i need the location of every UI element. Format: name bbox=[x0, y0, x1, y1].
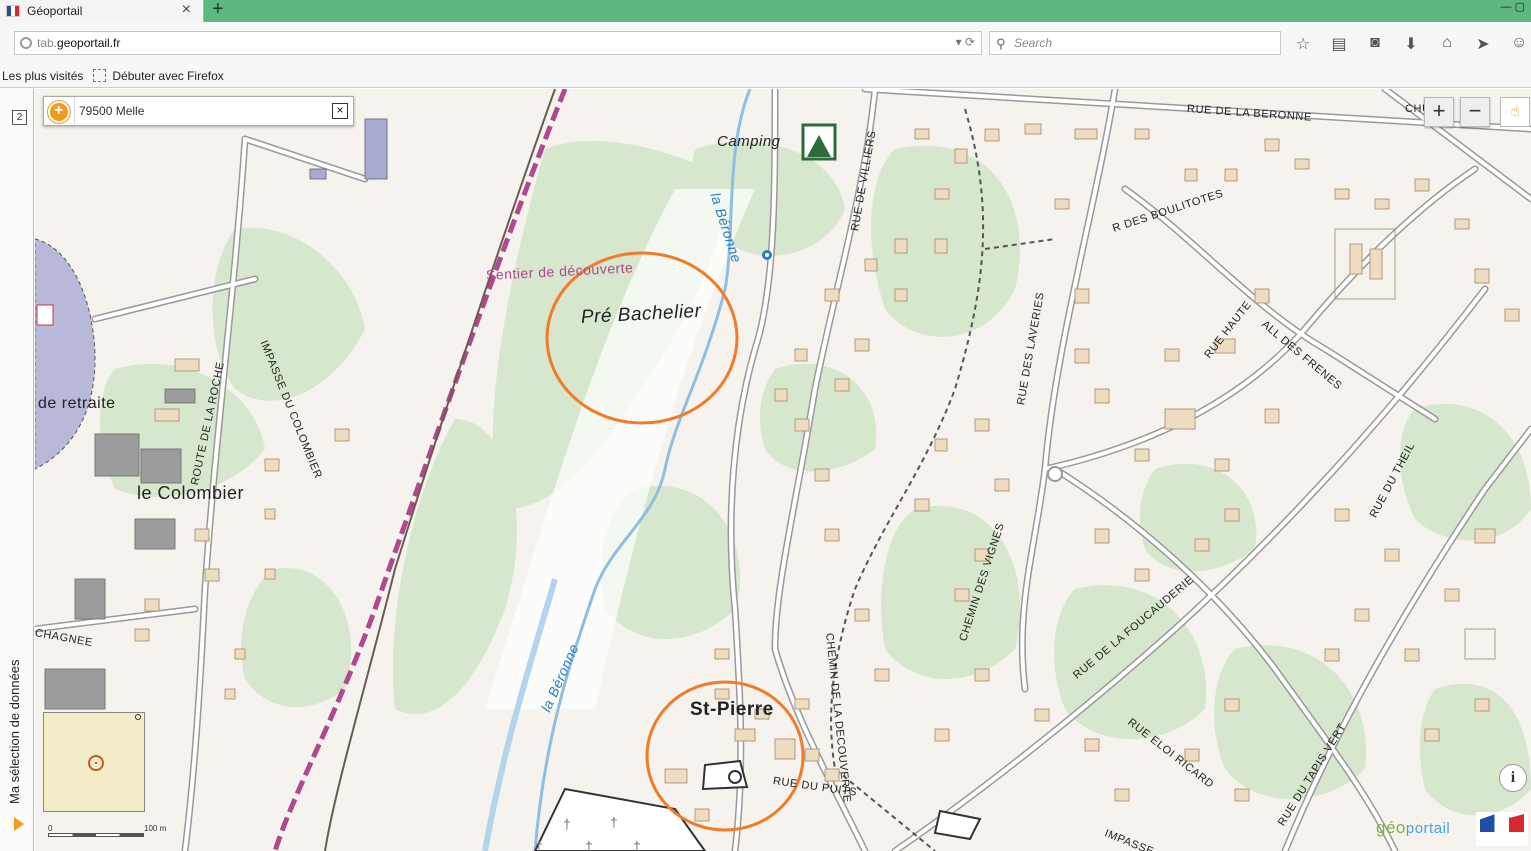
location-search-panel: × bbox=[43, 96, 354, 126]
label-st-pierre: St-Pierre bbox=[690, 699, 774, 720]
expand-arrow-icon[interactable] bbox=[14, 817, 24, 831]
retirement-home-area bbox=[35, 238, 96, 470]
home-icon[interactable]: ⌂ bbox=[1436, 34, 1458, 54]
map-drawing: † † † † † bbox=[35, 89, 1531, 851]
geoportail-logo[interactable]: géoportail bbox=[1376, 818, 1450, 838]
geoportail-favicon-icon bbox=[6, 5, 20, 17]
label-camping: Camping bbox=[717, 133, 781, 150]
tab-close-icon[interactable]: × bbox=[182, 1, 191, 19]
search-placeholder: Search bbox=[1014, 36, 1053, 50]
window-controls-icon[interactable]: — ▢ bbox=[1501, 0, 1525, 13]
data-selection-label[interactable]: Ma sélection de données bbox=[7, 644, 22, 804]
scale-bar: 0 100 m bbox=[44, 822, 174, 842]
geolocate-target-icon[interactable] bbox=[48, 101, 70, 123]
marianne-flag-icon bbox=[1480, 814, 1524, 832]
logo-portail-text: portail bbox=[1405, 820, 1451, 837]
svg-text:†: † bbox=[535, 838, 543, 851]
bookmarks-bar: Les plus visités Débuter avec Firefox bbox=[0, 64, 1531, 88]
overview-close-icon[interactable] bbox=[135, 714, 141, 720]
search-icon: ⚲ bbox=[996, 36, 1006, 51]
map-canvas[interactable]: † † † † † Pré Bachelier St-Pierre le Colombi… bbox=[35, 89, 1531, 851]
new-tab-button[interactable]: + bbox=[212, 0, 224, 21]
browser-tab[interactable]: Géoportail × bbox=[0, 0, 204, 22]
navigation-bar: tab. geoportail.fr ▾ ⟳ ⚲ Search ☆ ▤ ◙ ⬇ ⌂… bbox=[0, 22, 1531, 64]
url-host: geoportail.fr bbox=[57, 36, 121, 50]
data-selection-sidebar: 2 Ma sélection de données bbox=[0, 89, 34, 851]
building-outline bbox=[933, 809, 982, 841]
clear-search-button[interactable]: × bbox=[332, 103, 348, 119]
label-le-colombier: le Colombier bbox=[137, 483, 245, 503]
overview-map[interactable] bbox=[43, 712, 145, 812]
zoom-in-button[interactable]: + bbox=[1424, 97, 1454, 127]
logo-geo-text: géo bbox=[1376, 818, 1406, 837]
download-icon[interactable]: ⬇ bbox=[1400, 34, 1422, 54]
location-search-input[interactable] bbox=[74, 97, 329, 125]
tab-title: Géoportail bbox=[27, 4, 83, 18]
roundabout bbox=[1047, 466, 1063, 482]
url-prefix: tab. bbox=[37, 36, 58, 50]
toolbar-icons: ☆ ▤ ◙ ⬇ ⌂ ➤ ☺ bbox=[1292, 34, 1530, 54]
svg-text:†: † bbox=[610, 814, 618, 830]
svg-text:†: † bbox=[563, 816, 571, 832]
bookmark-star-icon[interactable]: ☆ bbox=[1292, 34, 1314, 54]
site-identity-icon[interactable] bbox=[20, 37, 32, 49]
pan-hand-icon[interactable]: ☝ bbox=[1500, 97, 1530, 127]
url-bar[interactable]: tab. geoportail.fr ▾ ⟳ bbox=[14, 31, 982, 55]
bookmark-getting-started-label: Débuter avec Firefox bbox=[112, 68, 224, 83]
layer-count-badge[interactable]: 2 bbox=[12, 110, 27, 125]
browser-tab-bar: Géoportail × + — ▢ bbox=[0, 0, 1531, 22]
svg-text:†: † bbox=[633, 838, 641, 851]
reading-list-icon[interactable]: ▤ bbox=[1328, 34, 1350, 54]
scale-graphic bbox=[48, 833, 144, 837]
reload-icon[interactable]: ▾ ⟳ bbox=[956, 35, 975, 49]
cemetery bbox=[533, 787, 707, 851]
svg-text:†: † bbox=[585, 838, 593, 851]
bus-stop-icon-dot bbox=[765, 253, 769, 257]
bookmark-most-visited[interactable]: Les plus visités bbox=[2, 69, 83, 83]
scale-end-label: 100 m bbox=[144, 824, 167, 833]
bookmark-getting-started[interactable]: Débuter avec Firefox bbox=[93, 68, 224, 83]
label-de-retraite: de retraite bbox=[38, 395, 116, 412]
scale-start-label: 0 bbox=[48, 824, 53, 833]
bookmark-page-icon bbox=[93, 69, 107, 82]
zoom-out-button[interactable]: − bbox=[1460, 97, 1490, 127]
republique-francaise-logo[interactable] bbox=[1476, 812, 1528, 846]
church-icon bbox=[728, 770, 742, 784]
chat-icon[interactable]: ☺ bbox=[1508, 34, 1530, 54]
pocket-icon[interactable]: ◙ bbox=[1364, 34, 1386, 54]
send-icon[interactable]: ➤ bbox=[1472, 34, 1494, 54]
hospital-icon bbox=[36, 304, 54, 326]
browser-search-input[interactable]: ⚲ Search bbox=[989, 31, 1281, 55]
overview-target-icon bbox=[88, 755, 104, 771]
info-button[interactable]: i bbox=[1499, 764, 1527, 792]
